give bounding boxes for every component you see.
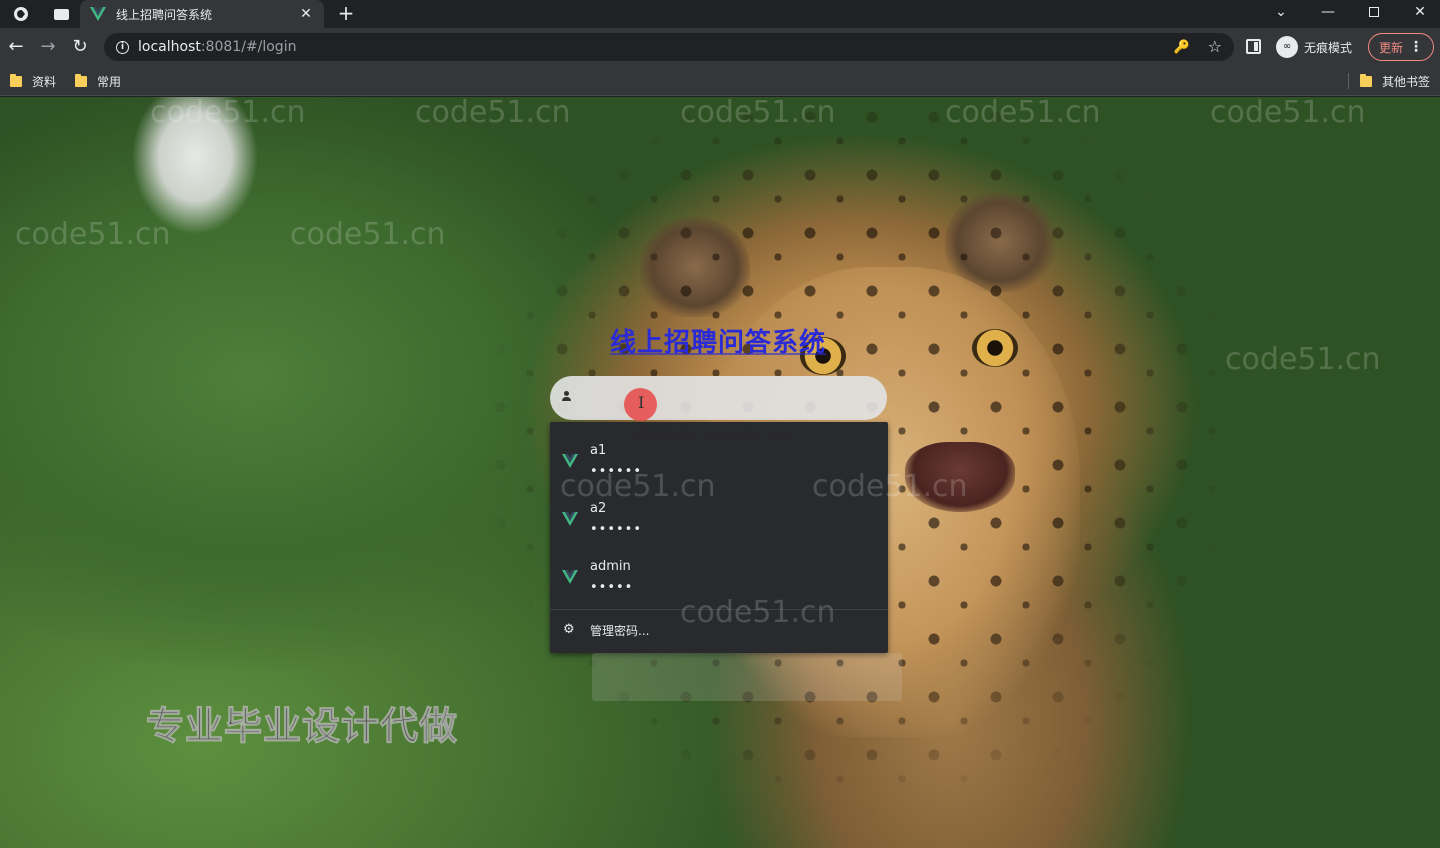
- tab-search-icon[interactable]: [50, 4, 72, 24]
- bookmark-folder-changyong[interactable]: 常用: [75, 73, 121, 90]
- window-close-button[interactable]: ✕: [1405, 2, 1435, 24]
- minimize-button[interactable]: —: [1313, 2, 1343, 24]
- tab-strip: 线上招聘问答系统 ✕ + ⌄ — ✕: [0, 0, 1440, 28]
- username-field[interactable]: [550, 376, 887, 420]
- incognito-label: 无痕模式: [1304, 40, 1353, 55]
- watermark: code51.cn: [945, 97, 1101, 130]
- bookmark-label: 常用: [97, 75, 122, 89]
- url-host: localhost: [138, 39, 201, 55]
- autofill-username: a2: [590, 501, 607, 516]
- restore-button[interactable]: [1359, 2, 1389, 24]
- bookmark-star-icon[interactable]: ☆: [1208, 37, 1222, 56]
- autofill-entry[interactable]: admin •••••: [550, 546, 888, 604]
- tab-list-chevron-icon[interactable]: ⌄: [1266, 2, 1296, 24]
- new-tab-button[interactable]: +: [334, 2, 358, 26]
- vue-logo-icon: [90, 7, 106, 21]
- vue-logo-icon: [562, 569, 578, 584]
- watermark: code51.cn: [290, 217, 446, 252]
- browser-globe-icon[interactable]: [10, 4, 32, 24]
- reload-button[interactable]: ↻: [69, 36, 91, 58]
- forward-button[interactable]: →: [37, 36, 59, 58]
- username-input[interactable]: [578, 376, 878, 420]
- autofill-username: a1: [590, 443, 607, 458]
- watermark: code51.cn: [1225, 342, 1381, 377]
- login-form-panel: [592, 653, 902, 701]
- browser-tab[interactable]: 线上招聘问答系统 ✕: [80, 0, 324, 28]
- bookmark-label: 其他书签: [1382, 75, 1431, 89]
- folder-icon: [75, 74, 87, 87]
- bookmarks-divider: [1348, 73, 1349, 89]
- folder-icon: [10, 74, 22, 87]
- watermark: code51.cn: [15, 217, 171, 252]
- password-autofill-dropdown: a1 •••••• a2 •••••• admin ••••• ⚙ 管理密码..…: [550, 422, 888, 653]
- menu-dots-icon[interactable]: ⋮: [1409, 39, 1423, 55]
- tab-title: 线上招聘问答系统: [116, 7, 213, 22]
- vue-logo-icon: [562, 453, 578, 468]
- vue-logo-icon: [562, 511, 578, 526]
- folder-icon: [1360, 74, 1372, 87]
- bookmarks-bar: 资料 常用 其他书签: [0, 66, 1440, 96]
- update-label: 更新: [1379, 40, 1404, 55]
- password-key-icon[interactable]: 🔑: [1174, 40, 1190, 55]
- address-bar[interactable]: i localhost:8081/#/login 🔑 ☆: [104, 33, 1234, 61]
- watermark: code51.cn: [1210, 97, 1366, 130]
- page-title: 线上招聘问答系统: [609, 328, 826, 358]
- tab-close-icon[interactable]: ✕: [298, 6, 314, 22]
- autofill-password: •••••: [590, 580, 634, 595]
- autofill-entry[interactable]: a2 ••••••: [550, 488, 888, 546]
- incognito-indicator[interactable]: ∞ 无痕模式: [1276, 36, 1352, 58]
- manage-passwords-item[interactable]: ⚙ 管理密码...: [550, 615, 888, 647]
- back-button[interactable]: ←: [5, 36, 27, 58]
- bookmark-folder-other[interactable]: 其他书签: [1360, 73, 1430, 90]
- bookmark-folder-ziliao[interactable]: 资料: [10, 73, 56, 90]
- browser-toolbar: ← → ↻ i localhost:8081/#/login 🔑 ☆ ∞ 无痕模…: [0, 28, 1440, 66]
- gear-icon: ⚙: [563, 622, 575, 637]
- autofill-password: ••••••: [590, 464, 643, 479]
- update-button[interactable]: 更新 ⋮: [1368, 33, 1434, 61]
- bookmark-label: 资料: [32, 75, 57, 89]
- watermark: code51.cn: [150, 97, 306, 130]
- incognito-icon: ∞: [1276, 36, 1298, 58]
- autofill-password: ••••••: [590, 522, 643, 537]
- watermark: code51.cn: [415, 97, 571, 130]
- autofill-divider: [550, 609, 888, 610]
- side-panel-icon[interactable]: [1246, 39, 1261, 54]
- url-path: :8081/#/login: [200, 39, 297, 55]
- site-info-icon[interactable]: i: [116, 40, 129, 54]
- service-overlay-text: 专业毕业设计代做: [145, 704, 459, 749]
- watermark: code51.cn: [680, 97, 836, 130]
- text-cursor-icon: I: [638, 393, 645, 412]
- manage-passwords-label: 管理密码...: [590, 624, 650, 638]
- autofill-username: admin: [590, 559, 631, 574]
- user-icon: [561, 391, 571, 403]
- login-page: code51.cn code51.cn code51.cn code51.cn …: [0, 97, 1440, 848]
- source-overlay-text: 源码久久-code99.top: [635, 426, 795, 444]
